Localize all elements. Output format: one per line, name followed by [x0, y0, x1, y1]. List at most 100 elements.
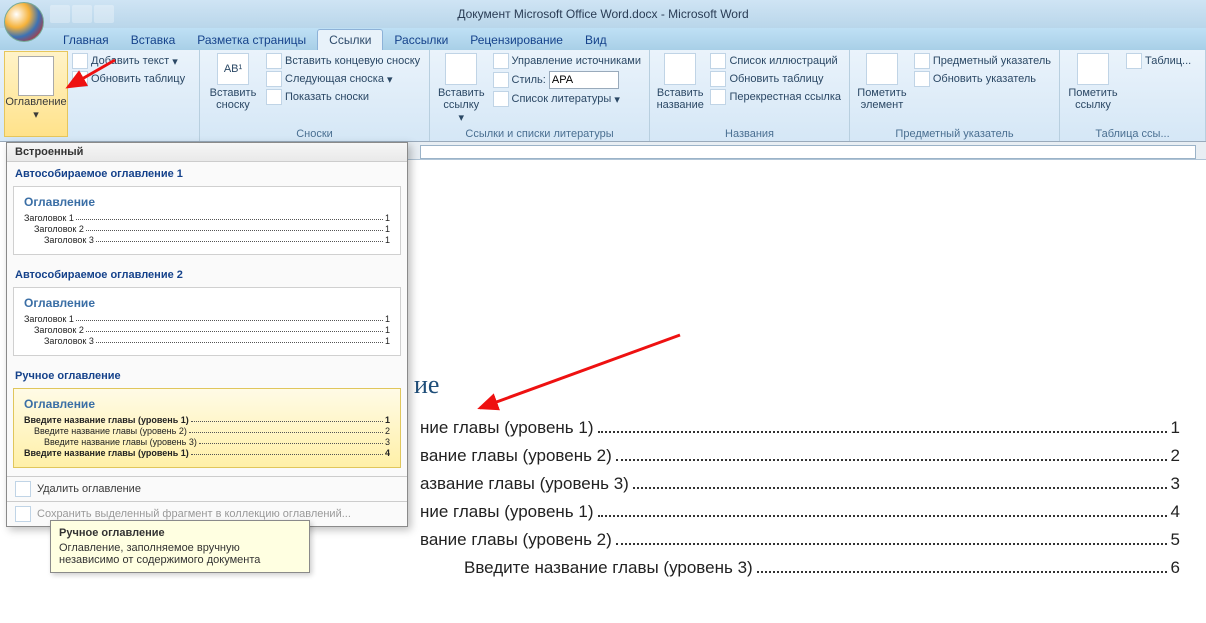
update-toc-button[interactable]: Обновить таблицу — [72, 71, 185, 87]
group-footnotes: AB¹ Вставить сноску Вставить концевую сн… — [200, 50, 430, 141]
doc-toc-line[interactable]: вание главы (уровень 2)2 — [420, 446, 1180, 466]
update-icon — [914, 71, 930, 87]
quick-access-toolbar — [50, 5, 114, 23]
toc-preview-line: Введите название главы (уровень 2)2 — [24, 426, 390, 436]
tab-review[interactable]: Рецензирование — [459, 30, 574, 50]
toc-icon — [18, 56, 54, 96]
style-input[interactable] — [549, 71, 619, 89]
chevron-down-icon: ▾ — [33, 108, 39, 121]
preview-heading: Оглавление — [24, 296, 390, 310]
manual-preview[interactable]: Оглавление Введите название главы (урове… — [13, 388, 401, 468]
footnote-icon: AB¹ — [217, 53, 249, 85]
show-notes-button[interactable]: Показать сноски — [266, 89, 420, 105]
toc-preview-line: Заголовок 31 — [24, 235, 390, 245]
toc-preview-line: Заголовок 11 — [24, 213, 390, 223]
update-captions-button[interactable]: Обновить таблицу — [710, 71, 841, 87]
endnote-icon — [266, 53, 282, 69]
tab-references[interactable]: Ссылки — [317, 29, 383, 50]
office-button[interactable] — [4, 2, 44, 42]
group-label: Сноски — [204, 127, 425, 141]
add-text-button[interactable]: Добавить текст ▾ — [72, 53, 185, 69]
window-title: Документ Microsoft Office Word.docx - Mi… — [457, 7, 748, 21]
remove-toc-button[interactable]: Удалить оглавление — [7, 476, 407, 501]
toc-button[interactable]: Оглавление ▾ — [4, 51, 68, 137]
title-bar: Документ Microsoft Office Word.docx - Mi… — [0, 0, 1206, 28]
insert-caption-button[interactable]: Вставить название — [654, 51, 706, 113]
auth-icon — [1126, 53, 1142, 69]
insert-citation-button[interactable]: Вставить ссылку▾ — [434, 51, 489, 126]
insert-endnote-button[interactable]: Вставить концевую сноску — [266, 53, 420, 69]
preview-heading: Оглавление — [24, 195, 390, 209]
group-label: Названия — [654, 127, 845, 141]
group-label: Предметный указатель — [854, 127, 1055, 141]
group-label: Таблица ссы... — [1064, 127, 1201, 141]
auto2-preview[interactable]: Оглавление Заголовок 11Заголовок 21Загол… — [13, 287, 401, 356]
toc-preview-line: Заголовок 21 — [24, 325, 390, 335]
next-footnote-button[interactable]: Следующая сноска ▾ — [266, 71, 420, 87]
table-authorities-button[interactable]: Таблиц... — [1126, 53, 1191, 69]
doc-toc-line[interactable]: азвание главы (уровень 3)3 — [420, 474, 1180, 494]
citation-icon — [445, 53, 477, 85]
tooltip: Ручное оглавление Оглавление, заполняемо… — [50, 520, 310, 573]
figures-icon — [710, 53, 726, 69]
show-notes-icon — [266, 89, 282, 105]
tab-insert[interactable]: Вставка — [120, 30, 187, 50]
document-area[interactable]: ие ние главы (уровень 1)1 вание главы (ур… — [408, 160, 1206, 623]
toc-preview-line: Введите название главы (уровень 1)1 — [24, 415, 390, 425]
cross-ref-button[interactable]: Перекрестная ссылка — [710, 89, 841, 105]
auto1-preview[interactable]: Оглавление Заголовок 11Заголовок 21Загол… — [13, 186, 401, 255]
mark-citation-button[interactable]: Пометить ссылку — [1064, 51, 1122, 113]
style-icon — [493, 72, 509, 88]
table-figures-button[interactable]: Список иллюстраций — [710, 53, 841, 69]
doc-toc-line[interactable]: Введите название главы (уровень 3)6 — [420, 558, 1180, 578]
toc-preview-line: Заголовок 21 — [24, 224, 390, 234]
caption-icon — [664, 53, 696, 85]
toc-gallery-dropdown: Встроенный Автособираемое оглавление 1 О… — [6, 142, 408, 527]
save-icon — [15, 506, 31, 522]
ribbon-tabs: Главная Вставка Разметка страницы Ссылки… — [0, 28, 1206, 50]
dd-builtin-header: Встроенный — [7, 143, 407, 162]
toc-preview-line: Заголовок 31 — [24, 336, 390, 346]
doc-toc-line[interactable]: ние главы (уровень 1)1 — [420, 418, 1180, 438]
group-label: Ссылки и списки литературы — [434, 127, 645, 141]
toc-preview-line: Введите название главы (уровень 1)4 — [24, 448, 390, 458]
mark-cit-icon — [1077, 53, 1109, 85]
bibliography-button[interactable]: Список литературы ▾ — [493, 91, 641, 107]
insert-footnote-button[interactable]: AB¹ Вставить сноску — [204, 51, 262, 113]
manual-title: Ручное оглавление — [7, 364, 407, 386]
remove-icon — [15, 481, 31, 497]
update-icon — [710, 71, 726, 87]
doc-toc-line[interactable]: ние главы (уровень 1)4 — [420, 502, 1180, 522]
manage-sources-button[interactable]: Управление источниками — [493, 53, 641, 69]
group-index: Пометить элемент Предметный указатель Об… — [850, 50, 1060, 141]
group-captions: Вставить название Список иллюстраций Обн… — [650, 50, 850, 141]
tooltip-title: Ручное оглавление — [59, 527, 301, 539]
style-picker[interactable]: Стиль: — [493, 71, 641, 89]
next-footnote-icon — [266, 71, 282, 87]
doc-toc-title: ие — [414, 370, 1180, 400]
toc-preview-line: Введите название главы (уровень 3)3 — [24, 437, 390, 447]
sources-icon — [493, 53, 509, 69]
qat-redo-icon[interactable] — [94, 5, 114, 23]
mark-entry-button[interactable]: Пометить элемент — [854, 51, 910, 113]
toc-label: Оглавление — [5, 96, 66, 108]
auto1-title: Автособираемое оглавление 1 — [7, 162, 407, 184]
auto2-title: Автособираемое оглавление 2 — [7, 263, 407, 285]
mark-icon — [866, 53, 898, 85]
group-authorities: Пометить ссылку Таблиц... Таблица ссы... — [1060, 50, 1206, 141]
biblio-icon — [493, 91, 509, 107]
update-index-button[interactable]: Обновить указатель — [914, 71, 1051, 87]
doc-toc-line[interactable]: вание главы (уровень 2)5 — [420, 530, 1180, 550]
ruler[interactable] — [400, 142, 1206, 160]
toc-preview-line: Заголовок 11 — [24, 314, 390, 324]
tab-mailings[interactable]: Рассылки — [383, 30, 459, 50]
qat-undo-icon[interactable] — [72, 5, 92, 23]
insert-index-button[interactable]: Предметный указатель — [914, 53, 1051, 69]
tab-page-layout[interactable]: Разметка страницы — [186, 30, 317, 50]
tab-view[interactable]: Вид — [574, 30, 618, 50]
add-text-icon — [72, 53, 88, 69]
qat-save-icon[interactable] — [50, 5, 70, 23]
tab-home[interactable]: Главная — [52, 30, 120, 50]
preview-heading: Оглавление — [24, 397, 390, 411]
crossref-icon — [710, 89, 726, 105]
